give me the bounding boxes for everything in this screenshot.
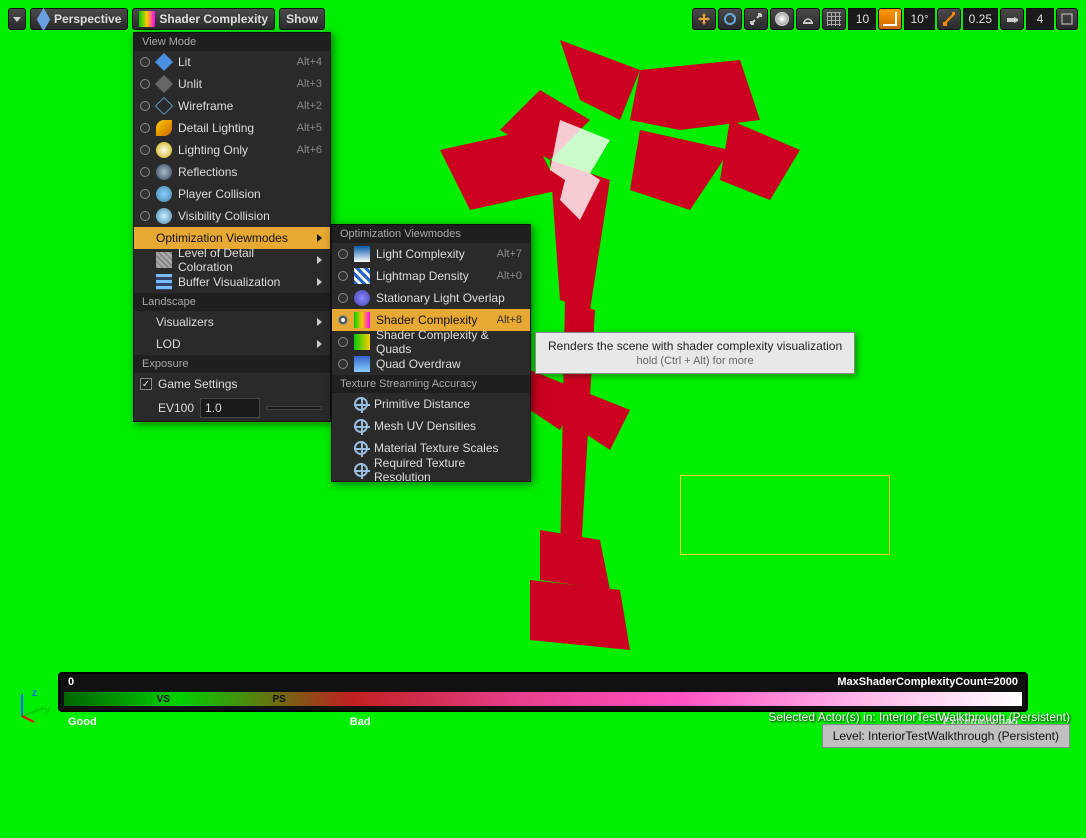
stationary-light-icon [354,290,370,306]
shader-complexity-quads-icon [354,334,370,350]
optimization-submenu: Optimization Viewmodes Light ComplexityA… [331,224,531,482]
menu-item-lod-coloration[interactable]: Level of Detail Coloration [134,249,330,271]
tooltip: Renders the scene with shader complexity… [535,332,855,374]
grid-snap-button[interactable] [822,8,846,30]
menu-section-exposure: Exposure [134,355,330,373]
reticle-icon [354,463,368,477]
menu-item-reflections[interactable]: Reflections [134,161,330,183]
selected-actors-status: Selected Actor(s) in: InteriorTestWalkth… [768,710,1070,724]
angle-icon [883,12,897,26]
globe-icon [775,12,789,26]
submenu-item-light-complexity[interactable]: Light ComplexityAlt+7 [332,243,530,265]
reticle-icon [354,441,368,455]
scale-snap-button[interactable] [937,8,961,30]
transform-rotate-button[interactable] [718,8,742,30]
reticle-icon [354,419,368,433]
transform-move-button[interactable] [692,8,716,30]
angle-snap-button[interactable] [878,8,902,30]
lit-icon [155,53,173,71]
visibility-collision-icon [156,208,172,224]
buffer-icon [156,274,172,290]
lightmap-density-icon [354,268,370,284]
selection-rectangle [680,475,890,555]
lighting-only-icon [156,142,172,158]
menu-item-unlit[interactable]: UnlitAlt+3 [134,73,330,95]
ev100-slider[interactable] [266,406,322,410]
light-complexity-icon [354,246,370,262]
menu-item-lit[interactable]: LitAlt+4 [134,51,330,73]
submenu-item-stationary-light-overlap[interactable]: Stationary Light Overlap [332,287,530,309]
submenu-section-tsa: Texture Streaming Accuracy [332,375,530,393]
wireframe-icon [155,97,173,115]
cube-icon [37,7,50,30]
menu-item-wireframe[interactable]: WireframeAlt+2 [134,95,330,117]
menu-item-visibility-collision[interactable]: Visibility Collision [134,205,330,227]
maximize-button[interactable] [1056,8,1078,30]
perspective-button[interactable]: Perspective [30,8,128,30]
show-button[interactable]: Show [279,8,325,30]
grid-icon [827,12,841,26]
player-collision-icon [156,186,172,202]
gradient-max: MaxShaderComplexityCount=2000 [837,676,1018,688]
lod-icon [156,252,172,268]
submenu-item-mesh-uv-densities[interactable]: Mesh UV Densities [332,415,530,437]
tooltip-sub: hold (Ctrl + Alt) for more [548,355,842,367]
ev100-row: EV100 [134,395,330,421]
quad-overdraw-icon [354,356,370,372]
level-label[interactable]: Level: InteriorTestWalkthrough (Persiste… [822,724,1070,748]
viewmode-menu: View Mode LitAlt+4 UnlitAlt+3 WireframeA… [133,32,331,422]
menu-item-visualizers[interactable]: Visualizers [134,311,330,333]
reticle-icon [354,397,368,411]
submenu-item-primitive-distance[interactable]: Primitive Distance [332,393,530,415]
reflections-icon [156,164,172,180]
submenu-item-shader-complexity-quads[interactable]: Shader Complexity & Quads [332,331,530,353]
submenu-item-required-texture-resolution[interactable]: Required Texture Resolution [332,459,530,481]
ev100-input[interactable] [200,398,260,418]
ev100-label: EV100 [158,401,194,415]
gradient-bad: Bad [350,716,371,728]
perspective-label: Perspective [54,12,121,26]
submenu-item-quad-overdraw[interactable]: Quad Overdraw [332,353,530,375]
game-settings-checkbox[interactable] [140,378,152,390]
camera-speed-value[interactable]: 4 [1026,8,1054,30]
menu-item-lod[interactable]: LOD [134,333,330,355]
menu-item-lighting-only[interactable]: Lighting OnlyAlt+6 [134,139,330,161]
transform-scale-button[interactable] [744,8,768,30]
grid-snap-value[interactable]: 10 [848,8,876,30]
menu-section-viewmode: View Mode [134,33,330,51]
menu-item-game-settings[interactable]: Game Settings [134,373,330,395]
menu-item-player-collision[interactable]: Player Collision [134,183,330,205]
submenu-item-lightmap-density[interactable]: Lightmap DensityAlt+0 [332,265,530,287]
surface-snap-button[interactable] [796,8,820,30]
show-label: Show [286,12,318,26]
camera-speed-button[interactable] [1000,8,1024,30]
shader-complexity-icon [139,11,155,27]
viewmode-label: Shader Complexity [159,12,268,26]
scale-snap-value[interactable]: 0.25 [963,8,998,30]
coord-space-button[interactable] [770,8,794,30]
unlit-icon [155,75,173,93]
viewport-toolbar-left: Perspective Shader Complexity Show [8,8,325,30]
gradient-zero: 0 [68,676,74,688]
shader-complexity-icon-2 [354,312,370,328]
detail-lighting-icon [156,120,172,136]
viewport-options-dropdown[interactable] [8,8,26,30]
viewmode-button[interactable]: Shader Complexity [132,8,275,30]
submenu-section-opt: Optimization Viewmodes [332,225,530,243]
angle-snap-value[interactable]: 10° [904,8,934,30]
menu-section-landscape: Landscape [134,293,330,311]
axis-gizmo: zy [16,688,50,722]
viewport-toolbar-right: 10 10° 0.25 4 [692,8,1078,30]
tooltip-main: Renders the scene with shader complexity… [548,339,842,353]
menu-item-buffer-visualization[interactable]: Buffer Visualization [134,271,330,293]
menu-item-detail-lighting[interactable]: Detail LightingAlt+5 [134,117,330,139]
